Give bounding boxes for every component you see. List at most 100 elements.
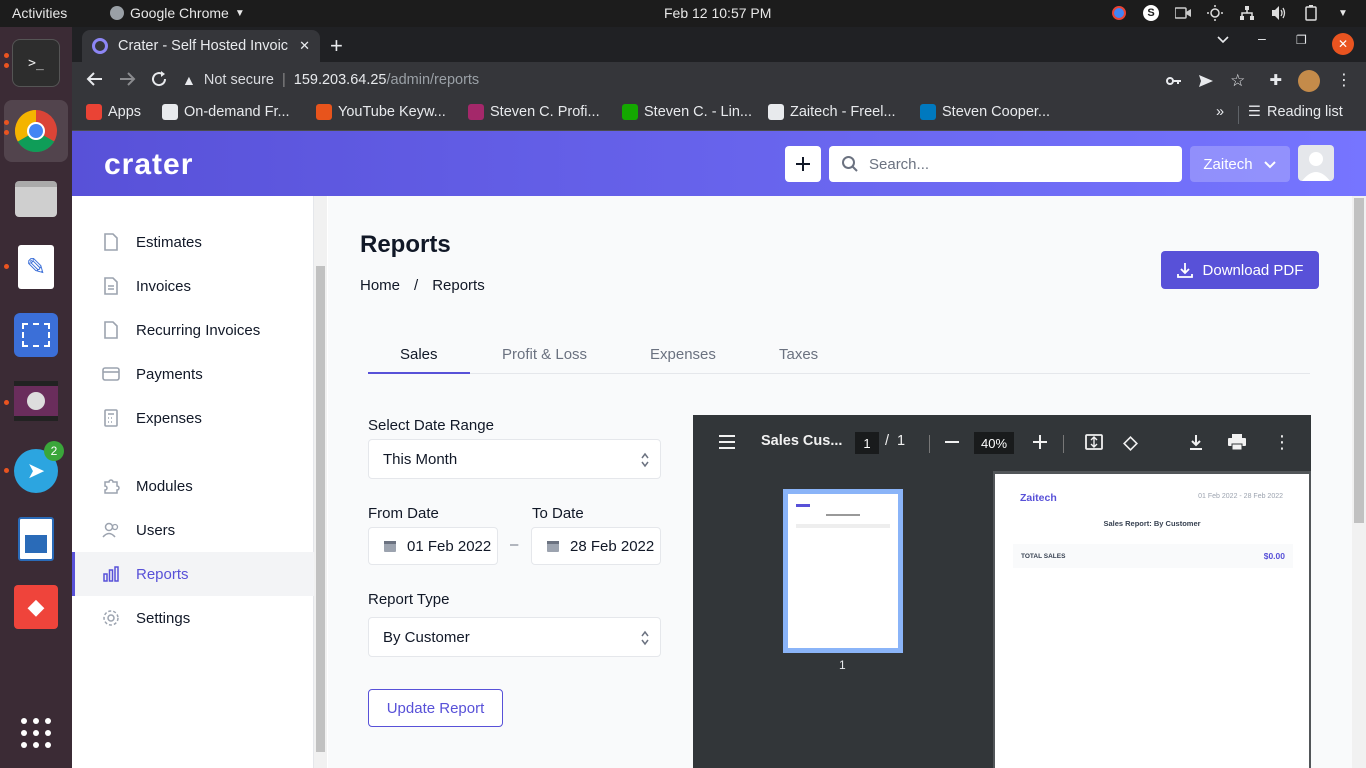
zoom-out-icon[interactable]: [945, 441, 959, 443]
address-bar[interactable]: ▲ Not secure | 159.203.64.25/admin/repor…: [182, 65, 1182, 95]
chrome-notification-icon[interactable]: [1110, 4, 1128, 22]
date-range-value: This Month: [383, 450, 458, 468]
sidebar-item-payments[interactable]: Payments: [72, 352, 314, 396]
crater-logo[interactable]: crater: [104, 148, 193, 182]
user-avatar[interactable]: [1298, 145, 1334, 181]
menu-icon[interactable]: [718, 435, 736, 449]
reload-icon[interactable]: [150, 70, 168, 88]
telegram-icon[interactable]: ➤ 2: [12, 441, 64, 495]
breadcrumb-home[interactable]: Home: [360, 277, 400, 294]
key-icon[interactable]: [1166, 73, 1182, 89]
video-recorder-icon[interactable]: [12, 377, 60, 425]
maximize-icon[interactable]: ❐: [1296, 33, 1307, 47]
network-icon[interactable]: [1238, 4, 1256, 22]
volume-icon[interactable]: [1270, 4, 1288, 22]
tab-search-icon[interactable]: [1216, 32, 1230, 46]
to-date-value: 28 Feb 2022: [570, 537, 655, 555]
bookmark-star-icon[interactable]: ☆: [1230, 72, 1245, 89]
bookmark-item[interactable]: Steven Cooper...: [920, 104, 1050, 120]
download-pdf-button[interactable]: Download PDF: [1161, 251, 1319, 289]
files-icon[interactable]: [12, 175, 60, 223]
sidebar-item-modules[interactable]: Modules: [72, 464, 314, 508]
minimize-icon[interactable]: –: [1258, 30, 1266, 46]
extensions-icon[interactable]: ✚: [1269, 73, 1282, 89]
company-switcher[interactable]: Zaitech: [1190, 146, 1290, 182]
show-apps-icon[interactable]: [12, 709, 60, 757]
globe-icon: [162, 104, 178, 120]
zoom-level[interactable]: 40%: [974, 432, 1014, 454]
browser-tab[interactable]: Crater - Self Hosted Invoic ✕: [82, 30, 320, 62]
sidebar-scrollbar-thumb[interactable]: [316, 266, 325, 752]
screenshot-icon[interactable]: [12, 311, 60, 359]
bookmark-item[interactable]: Steven C. Profi...: [468, 104, 600, 120]
anydesk-icon[interactable]: ◆: [12, 583, 60, 631]
clock[interactable]: Feb 12 10:57 PM: [664, 5, 771, 21]
pdf-report-title: Sales Report: By Customer: [1103, 519, 1201, 528]
bookmark-item[interactable]: Apps: [86, 104, 141, 120]
brightness-icon[interactable]: [1206, 4, 1224, 22]
chrome-icon: [14, 110, 57, 153]
sidebar-item-users[interactable]: Users: [72, 508, 314, 552]
tab-expenses[interactable]: Expenses: [650, 346, 716, 363]
text-editor-icon[interactable]: ✎: [12, 243, 60, 291]
bookmark-item[interactable]: Steven C. - Lin...: [622, 104, 752, 120]
from-date-input[interactable]: 01 Feb 2022: [368, 527, 498, 565]
page-number-input[interactable]: 1: [855, 432, 879, 454]
power-menu-icon[interactable]: ▼: [1334, 4, 1352, 22]
libreoffice-writer-icon[interactable]: [12, 515, 60, 563]
bookmark-item[interactable]: YouTube Keyw...: [316, 104, 446, 120]
quick-create-button[interactable]: [785, 146, 821, 182]
page-scrollbar-thumb[interactable]: [1354, 198, 1364, 523]
send-icon[interactable]: [1198, 73, 1214, 89]
pdf-date-range: 01 Feb 2022 - 28 Feb 2022: [1198, 493, 1283, 500]
to-date-input[interactable]: 28 Feb 2022: [531, 527, 661, 565]
sidebar-item-expenses[interactable]: Expenses: [72, 396, 314, 440]
bookmark-item[interactable]: On-demand Fr...: [162, 104, 290, 120]
rotate-icon[interactable]: [1121, 434, 1139, 452]
chrome-dock-item[interactable]: [4, 100, 68, 162]
new-tab-button[interactable]: +: [330, 33, 343, 59]
camera-icon[interactable]: [1174, 4, 1192, 22]
close-window-button[interactable]: ✕: [1332, 33, 1354, 55]
tab-sales[interactable]: Sales: [400, 346, 438, 363]
sidebar-item-estimates[interactable]: Estimates: [72, 220, 314, 264]
sidebar-item-reports[interactable]: Reports: [72, 552, 314, 596]
bookmark-item[interactable]: Zaitech - Freel...: [768, 104, 896, 120]
sidebar-item-recurring-invoices[interactable]: Recurring Invoices: [72, 308, 314, 352]
tab-profit-loss[interactable]: Profit & Loss: [502, 346, 587, 363]
update-report-button[interactable]: Update Report: [368, 689, 503, 727]
more-options-icon[interactable]: ⋮: [1273, 432, 1291, 453]
chart-bar-icon: [102, 565, 120, 583]
report-type-select[interactable]: By Customer: [368, 617, 661, 657]
reading-list-button[interactable]: ☰ Reading list: [1248, 104, 1343, 120]
print-icon[interactable]: [1228, 434, 1246, 450]
battery-icon[interactable]: [1302, 4, 1320, 22]
close-tab-icon[interactable]: ✕: [299, 38, 310, 54]
pdf-download-icon[interactable]: [1188, 434, 1204, 450]
page-scrollbar[interactable]: [1352, 196, 1366, 768]
zoom-in-icon[interactable]: [1033, 435, 1047, 449]
fit-page-icon[interactable]: [1085, 434, 1103, 450]
browser-toolbar: ▲ Not secure | 159.203.64.25/admin/repor…: [72, 62, 1366, 98]
forward-icon[interactable]: [118, 70, 136, 88]
calendar-icon: [384, 541, 396, 552]
active-tab-indicator: [368, 372, 470, 374]
sidebar-item-invoices[interactable]: Invoices: [72, 264, 314, 308]
terminal-icon[interactable]: >_: [12, 39, 60, 87]
profile-avatar[interactable]: [1298, 70, 1320, 92]
chrome-menu-icon[interactable]: ⋮: [1336, 73, 1352, 89]
tab-taxes[interactable]: Taxes: [779, 346, 818, 363]
pdf-total-value: $0.00: [1263, 551, 1285, 561]
bookmarks-overflow-icon[interactable]: »: [1216, 104, 1224, 120]
global-search[interactable]: [829, 146, 1182, 182]
sidebar-item-settings[interactable]: Settings: [72, 596, 314, 640]
date-range-select[interactable]: This Month: [368, 439, 661, 479]
search-input[interactable]: [869, 155, 1159, 173]
back-icon[interactable]: [86, 70, 104, 88]
skype-icon[interactable]: S: [1142, 4, 1160, 22]
page-thumbnail[interactable]: [783, 489, 903, 653]
system-tray[interactable]: S ▼: [1110, 4, 1352, 22]
app-menu[interactable]: Google Chrome ▼: [110, 5, 245, 21]
activities-button[interactable]: Activities: [12, 5, 67, 21]
running-indicator: [4, 63, 9, 68]
